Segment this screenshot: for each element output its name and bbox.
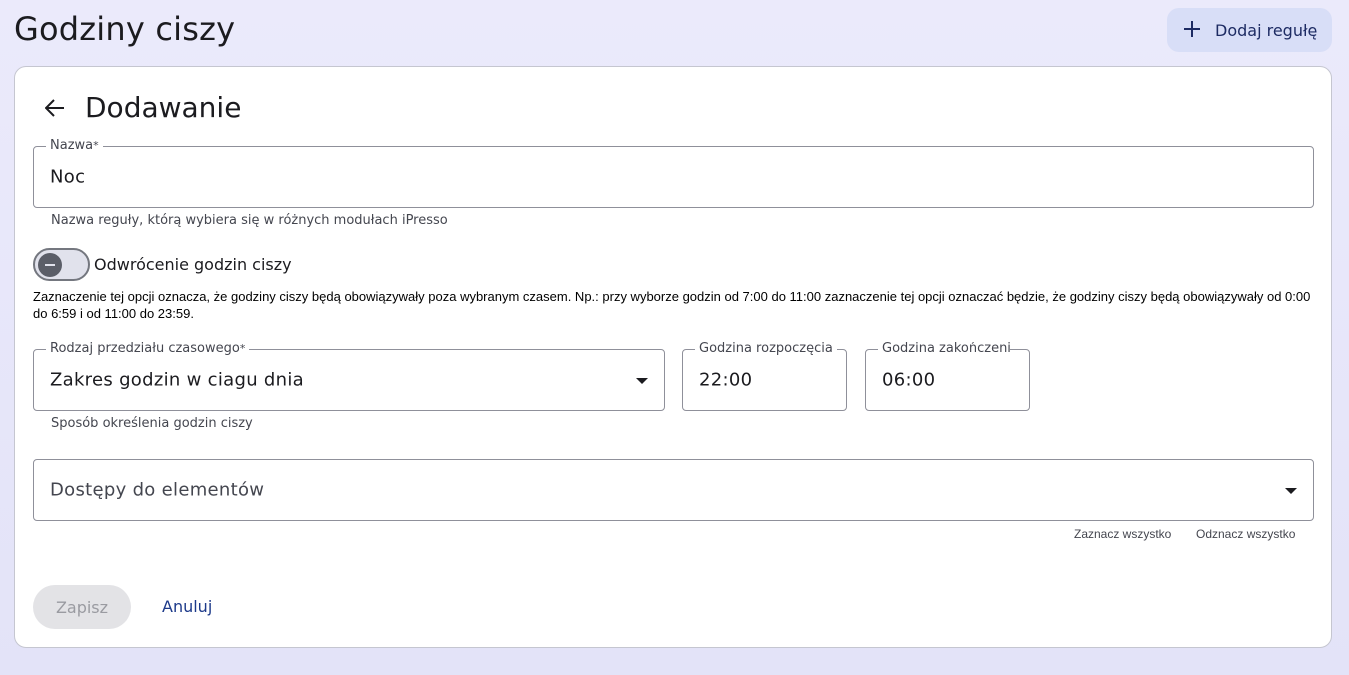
access-select-placeholder: Dostępy do elementów	[50, 479, 265, 501]
rule-form-card: Dodawanie Nazwa* Noc Nazwa reguły, którą…	[14, 66, 1332, 648]
triangle-down-icon[interactable]	[1285, 488, 1297, 494]
start-time-field[interactable]: Godzina rozpoczęcia 22:00	[682, 342, 847, 411]
end-time-label: Godzina zakończenia	[878, 342, 1010, 356]
add-rule-label: Dodaj regułę	[1215, 20, 1318, 40]
start-time-label: Godzina rozpoczęcia	[695, 342, 837, 356]
page-title: Godziny ciszy	[14, 10, 236, 48]
name-field-helper: Nazwa reguły, którą wybiera się w różnyc…	[51, 213, 448, 228]
invert-quiet-hours-toggle[interactable]	[33, 248, 90, 281]
select-all-link[interactable]: Zaznacz wszystko	[1074, 527, 1171, 541]
interval-type-label: Rodzaj przedziału czasowego*	[46, 342, 250, 356]
interval-type-select[interactable]: Rodzaj przedziału czasowego* Zakres godz…	[33, 342, 665, 411]
start-time-value[interactable]: 22:00	[699, 370, 752, 391]
form-title: Dodawanie	[85, 91, 242, 124]
arrow-left-icon[interactable]	[43, 96, 67, 120]
save-button[interactable]: Zapisz	[33, 585, 131, 629]
form-header: Dodawanie	[43, 91, 241, 124]
invert-toggle-label: Odwrócenie godzin ciszy	[94, 255, 292, 274]
cancel-button[interactable]: Anuluj	[162, 597, 212, 616]
end-time-field[interactable]: Godzina zakończenia 06:00	[865, 342, 1030, 411]
minus-icon	[38, 253, 62, 277]
interval-type-helper: Sposób określenia godzin ciszy	[51, 416, 253, 431]
access-select[interactable]: Dostępy do elementów	[33, 459, 1314, 521]
invert-toggle-row: Odwrócenie godzin ciszy	[33, 248, 292, 281]
end-time-value[interactable]: 06:00	[882, 370, 935, 391]
name-field-label: Nazwa*	[46, 139, 103, 153]
interval-type-value: Zakres godzin w ciagu dnia	[50, 369, 304, 391]
deselect-all-link[interactable]: Odznacz wszystko	[1196, 527, 1295, 541]
add-rule-button[interactable]: Dodaj regułę	[1167, 8, 1332, 52]
plus-icon	[1183, 17, 1201, 43]
name-field-value[interactable]: Noc	[50, 167, 85, 188]
invert-toggle-description: Zaznaczenie tej opcji oznacza, że godzin…	[33, 289, 1311, 321]
triangle-down-icon[interactable]	[636, 378, 648, 384]
name-field[interactable]: Nazwa* Noc	[33, 139, 1314, 208]
